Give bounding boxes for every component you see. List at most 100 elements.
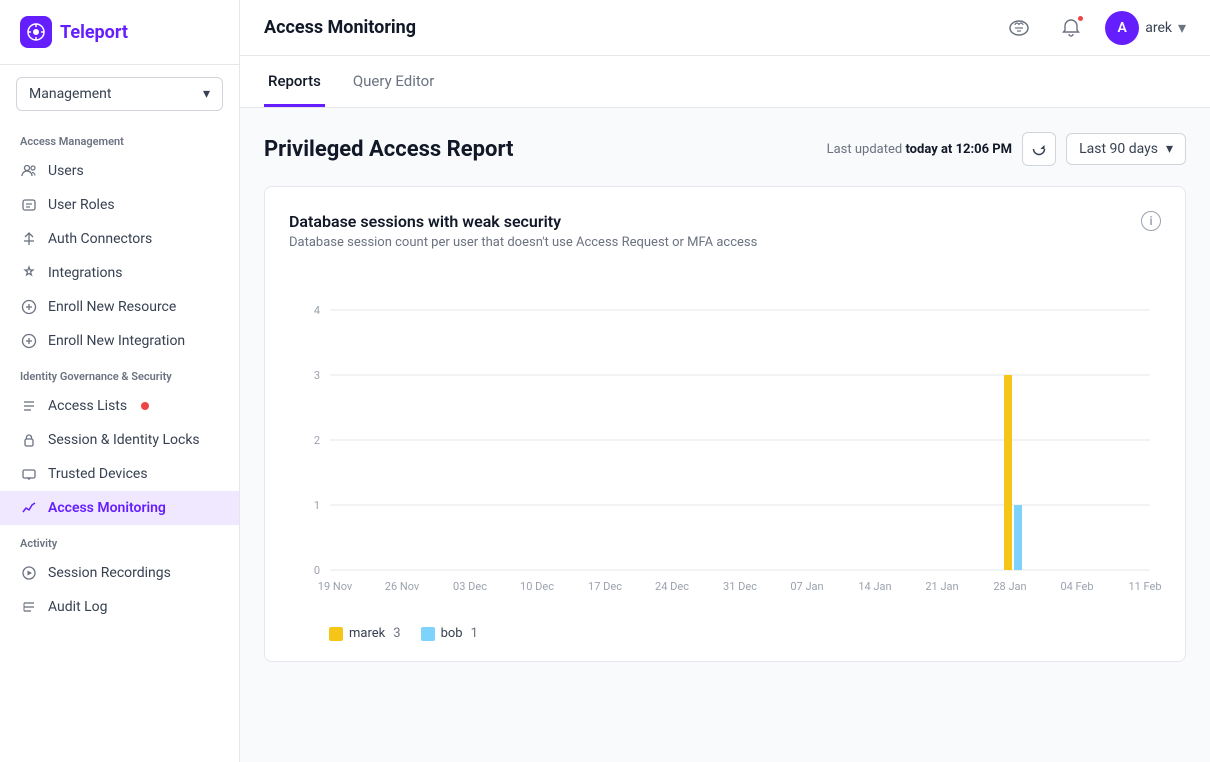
svg-text:14 Jan: 14 Jan — [858, 580, 891, 593]
sidebar-label-trusted-devices: Trusted Devices — [48, 466, 148, 482]
bar-marek — [1004, 375, 1012, 570]
content-area: Privileged Access Report Last updated to… — [240, 108, 1210, 762]
sidebar-label-users: Users — [48, 163, 84, 179]
sidebar-item-user-roles[interactable]: User Roles — [0, 188, 239, 222]
user-avatar: A — [1105, 11, 1139, 45]
sidebar-item-trusted-devices[interactable]: Trusted Devices — [0, 457, 239, 491]
chart-subtitle: Database session count per user that doe… — [289, 235, 1161, 250]
sidebar-label-integrations: Integrations — [48, 265, 122, 281]
sidebar-item-audit-log[interactable]: Audit Log — [0, 590, 239, 624]
svg-text:0: 0 — [314, 564, 320, 577]
user-roles-icon — [20, 196, 38, 214]
sidebar-label-access-monitoring: Access Monitoring — [48, 500, 166, 516]
svg-text:1: 1 — [314, 499, 320, 512]
user-name: arek — [1145, 20, 1172, 36]
sidebar: Teleport Management ▾ Access Management … — [0, 0, 240, 762]
svg-text:21 Jan: 21 Jan — [925, 580, 958, 593]
section-access-management: Access Management — [0, 123, 239, 154]
sidebar-label-access-lists: Access Lists — [48, 398, 127, 414]
sidebar-label-enroll-integration: Enroll New Integration — [48, 333, 185, 349]
legend-label-marek: marek — [349, 626, 385, 641]
bar-bob — [1014, 505, 1022, 570]
svg-text:3: 3 — [314, 369, 320, 382]
svg-text:11 Feb: 11 Feb — [1128, 580, 1161, 593]
report-controls: Last updated today at 12:06 PM Last 90 d… — [827, 132, 1186, 166]
sidebar-item-enroll-resource[interactable]: Enroll New Resource — [0, 290, 239, 324]
legend-item-marek: marek 3 — [329, 626, 401, 641]
main-content: Access Monitoring A — [240, 0, 1210, 762]
chart-title-row: Database sessions with weak security i — [289, 211, 1161, 231]
integrations-icon — [20, 264, 38, 282]
tab-query-editor[interactable]: Query Editor — [349, 56, 438, 107]
sidebar-label-session-recordings: Session Recordings — [48, 565, 171, 581]
sidebar-item-users[interactable]: Users — [0, 154, 239, 188]
sidebar-item-enroll-integration[interactable]: Enroll New Integration — [0, 324, 239, 358]
brain-button[interactable] — [1001, 10, 1037, 46]
header-controls: A arek ▾ — [1001, 10, 1186, 46]
days-dropdown-chevron-icon: ▾ — [1166, 141, 1173, 157]
access-lists-icon — [20, 397, 38, 415]
auth-connectors-icon — [20, 230, 38, 248]
svg-text:26 Nov: 26 Nov — [385, 580, 420, 593]
sidebar-label-audit-log: Audit Log — [48, 599, 108, 615]
chart-title-text: Database sessions with weak security — [289, 212, 561, 231]
svg-text:2: 2 — [314, 434, 320, 447]
svg-text:4: 4 — [314, 304, 320, 317]
access-monitoring-icon — [20, 499, 38, 517]
svg-text:04 Feb: 04 Feb — [1060, 580, 1093, 593]
legend-item-bob: bob 1 — [421, 626, 478, 641]
enroll-resource-icon — [20, 298, 38, 316]
svg-text:28 Jan: 28 Jan — [993, 580, 1026, 593]
last-updated-time: today at 12:06 PM — [905, 142, 1012, 157]
sidebar-item-access-lists[interactable]: Access Lists — [0, 389, 239, 423]
sidebar-label-session-locks: Session & Identity Locks — [48, 432, 200, 448]
svg-text:31 Dec: 31 Dec — [723, 580, 757, 593]
user-menu-chevron-icon: ▾ — [1178, 18, 1186, 37]
session-lock-icon — [20, 431, 38, 449]
sidebar-label-enroll-resource: Enroll New Resource — [48, 299, 176, 315]
notifications-button[interactable] — [1053, 10, 1089, 46]
report-header: Privileged Access Report Last updated to… — [264, 132, 1186, 166]
sidebar-item-session-recordings[interactable]: Session Recordings — [0, 556, 239, 590]
section-identity-governance: Identity Governance & Security — [0, 358, 239, 389]
tab-reports[interactable]: Reports — [264, 56, 325, 107]
notification-dot — [1077, 15, 1084, 22]
sidebar-label-user-roles: User Roles — [48, 197, 115, 213]
legend-count-marek: 3 — [393, 626, 400, 641]
user-menu[interactable]: A arek ▾ — [1105, 11, 1186, 45]
legend-color-marek — [329, 627, 343, 641]
sidebar-item-access-monitoring[interactable]: Access Monitoring — [0, 491, 239, 525]
audit-log-icon — [20, 598, 38, 616]
legend-color-bob — [421, 627, 435, 641]
legend-count-bob: 1 — [471, 626, 478, 641]
page-header: Access Monitoring A — [240, 0, 1210, 56]
users-icon — [20, 162, 38, 180]
session-recordings-icon — [20, 564, 38, 582]
section-activity: Activity — [0, 525, 239, 556]
legend-label-bob: bob — [441, 626, 463, 641]
page-title: Access Monitoring — [264, 17, 416, 38]
days-dropdown[interactable]: Last 90 days ▾ — [1066, 133, 1186, 165]
tabs-bar: Reports Query Editor — [240, 56, 1210, 108]
sidebar-logo: Teleport — [0, 0, 239, 65]
sidebar-item-integrations[interactable]: Integrations — [0, 256, 239, 290]
access-lists-badge — [141, 402, 149, 410]
svg-text:03 Dec: 03 Dec — [453, 580, 487, 593]
days-dropdown-label: Last 90 days — [1079, 141, 1158, 157]
report-title: Privileged Access Report — [264, 137, 514, 162]
svg-text:07 Jan: 07 Jan — [790, 580, 823, 593]
logo-icon — [20, 16, 52, 48]
svg-text:24 Dec: 24 Dec — [655, 580, 689, 593]
sidebar-item-auth-connectors[interactable]: Auth Connectors — [0, 222, 239, 256]
chart-info-button[interactable]: i — [1141, 211, 1161, 231]
trusted-devices-icon — [20, 465, 38, 483]
chart-card: Database sessions with weak security i D… — [264, 186, 1186, 662]
refresh-button[interactable] — [1022, 132, 1056, 166]
svg-text:19 Nov: 19 Nov — [318, 580, 353, 593]
chart-area: 4 3 2 1 0 19 Nov 26 Nov 03 Dec 10 Dec 17… — [289, 270, 1161, 641]
management-dropdown[interactable]: Management ▾ — [16, 77, 223, 111]
chart-legend: marek 3 bob 1 — [289, 626, 1161, 641]
logo-text: Teleport — [60, 22, 128, 43]
sidebar-item-session-identity-locks[interactable]: Session & Identity Locks — [0, 423, 239, 457]
sidebar-label-auth-connectors: Auth Connectors — [48, 231, 152, 247]
